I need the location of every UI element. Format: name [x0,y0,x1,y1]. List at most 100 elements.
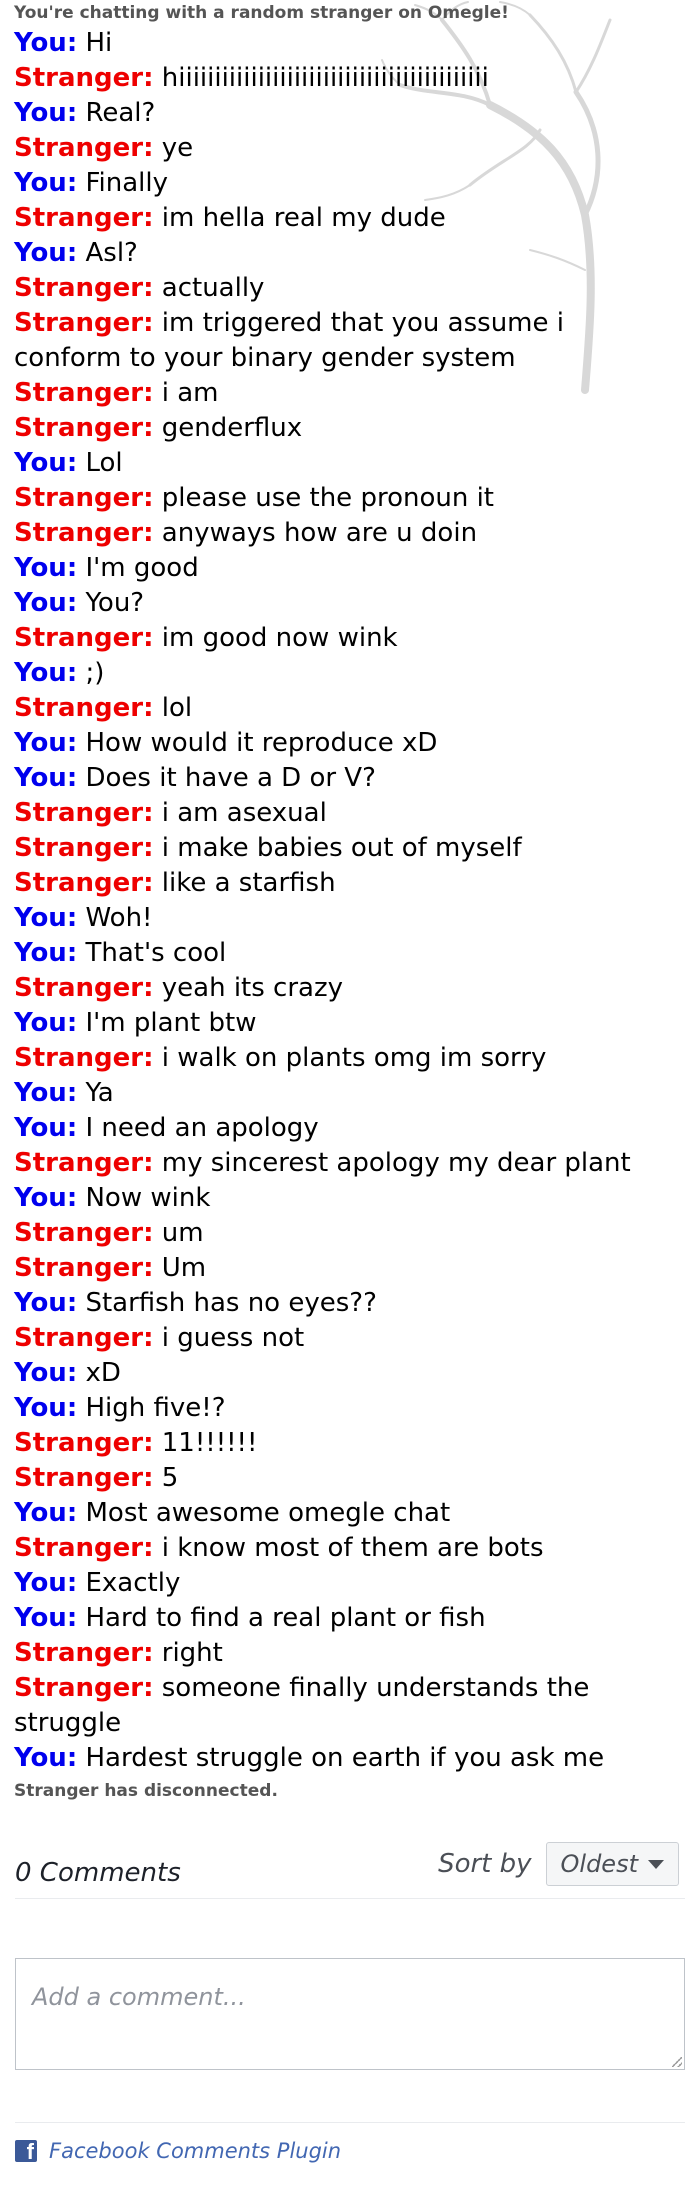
chat-message: You: Starfish has no eyes?? [14,1286,686,1321]
sender-stranger: Stranger: [14,1043,154,1073]
message-text: Um [161,1253,207,1283]
chat-message: Stranger: someone finally understands th… [14,1671,686,1741]
message-text: I'm good [85,553,199,583]
message-text: hiiiiiiiiiiiiiiiiiiiiiiiiiiiiiiiiiiiiiii… [161,63,489,93]
message-text: I'm plant btw [85,1008,257,1038]
sender-stranger: Stranger: [14,1463,154,1493]
sender-you: You: [14,903,78,933]
sort-control: Sort by Oldest [438,1842,679,1886]
chat-message: You: You? [14,586,686,621]
chat-message: You: I'm good [14,551,686,586]
message-text: Now wink [85,1183,211,1213]
message-text: Does it have a D or V? [85,763,376,793]
chat-message: Stranger: Um [14,1251,686,1286]
facebook-icon [15,2139,37,2165]
resize-handle-icon[interactable] [672,2057,682,2067]
chat-message: You: Ya [14,1076,686,1111]
sender-you: You: [14,448,78,478]
chat-message: Stranger: yeah its crazy [14,971,686,1006]
sender-you: You: [14,238,78,268]
chat-message: You: Hard to find a real plant or fish [14,1601,686,1636]
sender-stranger: Stranger: [14,973,154,1003]
sender-stranger: Stranger: [14,833,154,863]
sender-stranger: Stranger: [14,693,154,723]
sender-stranger: Stranger: [14,1323,154,1353]
sender-you: You: [14,658,78,688]
comments-plugin: 0 Comments Sort by Oldest Add a comment.… [15,1838,685,2165]
chat-message: Stranger: i am [14,376,686,411]
sender-stranger: Stranger: [14,798,154,828]
sender-you: You: [14,763,78,793]
chat-message: You: Woh! [14,901,686,936]
message-text: i am asexual [161,798,327,828]
chat-message: Stranger: um [14,1216,686,1251]
sender-stranger: Stranger: [14,203,154,233]
message-text: actually [161,273,265,303]
chat-message: Stranger: ye [14,131,686,166]
sender-stranger: Stranger: [14,1428,154,1458]
chat-message: Stranger: im hella real my dude [14,201,686,236]
message-text: i make babies out of myself [161,833,522,863]
sender-stranger: Stranger: [14,413,154,443]
chat-message: You: xD [14,1356,686,1391]
message-text: ye [161,133,194,163]
sender-you: You: [14,98,78,128]
chat-message: Stranger: i am asexual [14,796,686,831]
chat-message: You: Exactly [14,1566,686,1601]
chat-message: Stranger: hiiiiiiiiiiiiiiiiiiiiiiiiiiiii… [14,61,686,96]
sender-you: You: [14,938,78,968]
facebook-plugin-link[interactable]: Facebook Comments Plugin [49,2139,341,2163]
chat-message: Stranger: please use the pronoun it [14,481,686,516]
chat-message: Stranger: like a starfish [14,866,686,901]
message-text: lol [161,693,193,723]
sender-stranger: Stranger: [14,483,154,513]
sender-you: You: [14,1393,78,1423]
chat-message: Stranger: 11!!!!!! [14,1426,686,1461]
message-text: i am [161,378,219,408]
sender-you: You: [14,588,78,618]
chat-message: You: Asl? [14,236,686,271]
message-text: um [161,1218,204,1248]
message-text: i walk on plants omg im sorry [161,1043,547,1073]
sender-stranger: Stranger: [14,1253,154,1283]
message-text: 11!!!!!! [161,1428,258,1458]
sort-label: Sort by [438,1849,532,1879]
chat-message: You: High five!? [14,1391,686,1426]
chat-message: Stranger: im good now wink [14,621,686,656]
message-text: High five!? [85,1393,226,1423]
message-text: You? [85,588,145,618]
message-text: That's cool [85,938,227,968]
message-text: ;) [85,658,105,688]
sender-stranger: Stranger: [14,308,154,338]
message-list: You: Hi Stranger: hiiiiiiiiiiiiiiiiiiiiii… [14,26,686,1776]
sender-you: You: [14,28,78,58]
sort-dropdown[interactable]: Oldest [545,1842,679,1886]
sender-you: You: [14,1603,78,1633]
disconnect-notice: Stranger has disconnected. [14,1781,278,1801]
sender-stranger: Stranger: [14,868,154,898]
chat-message: Stranger: actually [14,271,686,306]
message-text: I need an apology [85,1113,319,1143]
message-text: i guess not [161,1323,305,1353]
message-text: im good now wink [161,623,398,653]
sender-you: You: [14,1183,78,1213]
chat-message: You: That's cool [14,936,686,971]
sender-you: You: [14,168,78,198]
message-text: Asl? [85,238,138,268]
chat-message: Stranger: i know most of them are bots [14,1531,686,1566]
sender-you: You: [14,1568,78,1598]
chat-message: Stranger: lol [14,691,686,726]
sort-value: Oldest [560,1850,638,1878]
message-text: yeah its crazy [161,973,344,1003]
message-text: xD [85,1358,121,1388]
sender-you: You: [14,553,78,583]
chat-message: You: Most awesome omegle chat [14,1496,686,1531]
message-text: Hardest struggle on earth if you ask me [85,1743,605,1773]
comment-input[interactable]: Add a comment... [15,1958,685,2070]
chat-message: Stranger: i guess not [14,1321,686,1356]
chat-message: Stranger: my sincerest apology my dear p… [14,1146,686,1181]
chat-message: You: Hi [14,26,686,61]
sender-stranger: Stranger: [14,1148,154,1178]
chat-start-notice: You're chatting with a random stranger o… [14,3,509,23]
message-text: Ya [85,1078,114,1108]
